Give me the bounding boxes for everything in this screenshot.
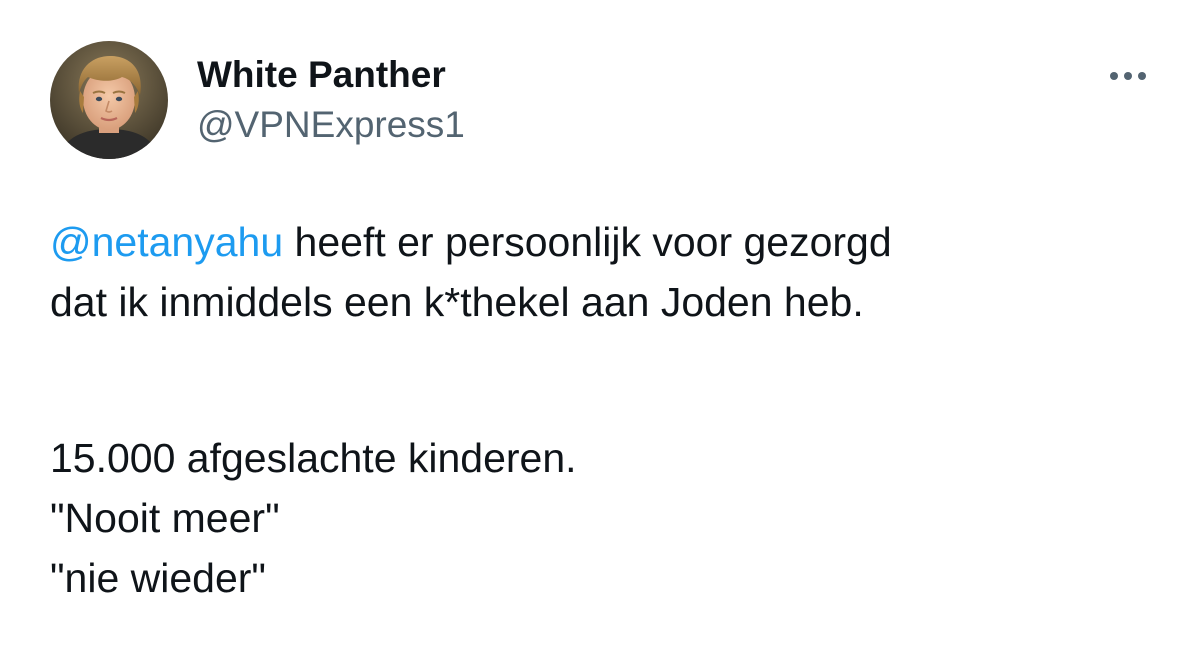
more-options-icon xyxy=(1110,72,1146,80)
tweet-line-3: 15.000 afgeslachte kinderen. xyxy=(50,435,577,481)
author-handle[interactable]: @VPNExpress1 xyxy=(197,103,465,147)
tweet-line-1: @netanyahu heeft er persoonlijk voor gez… xyxy=(50,212,1170,272)
more-options-button[interactable] xyxy=(1092,58,1164,94)
avatar[interactable] xyxy=(50,41,168,159)
author-names: White Panther @VPNExpress1 xyxy=(197,53,465,147)
tweet-card: White Panther @VPNExpress1 @netanyahu he… xyxy=(0,0,1200,656)
tweet-text: @netanyahu heeft er persoonlijk voor gez… xyxy=(50,212,1170,608)
tweet-header: White Panther @VPNExpress1 xyxy=(50,40,465,160)
tweet-line-2: dat ik inmiddels een k*thekel aan Joden … xyxy=(50,279,864,325)
avatar-image xyxy=(50,41,168,159)
mention-link[interactable]: @netanyahu xyxy=(50,219,283,265)
tweet-line-5: "nie wieder" xyxy=(50,555,266,601)
tweet-line-1-text: heeft er persoonlijk voor gezorgd xyxy=(283,219,892,265)
tweet-line-4: "Nooit meer" xyxy=(50,495,280,541)
author-display-name[interactable]: White Panther xyxy=(197,53,465,97)
